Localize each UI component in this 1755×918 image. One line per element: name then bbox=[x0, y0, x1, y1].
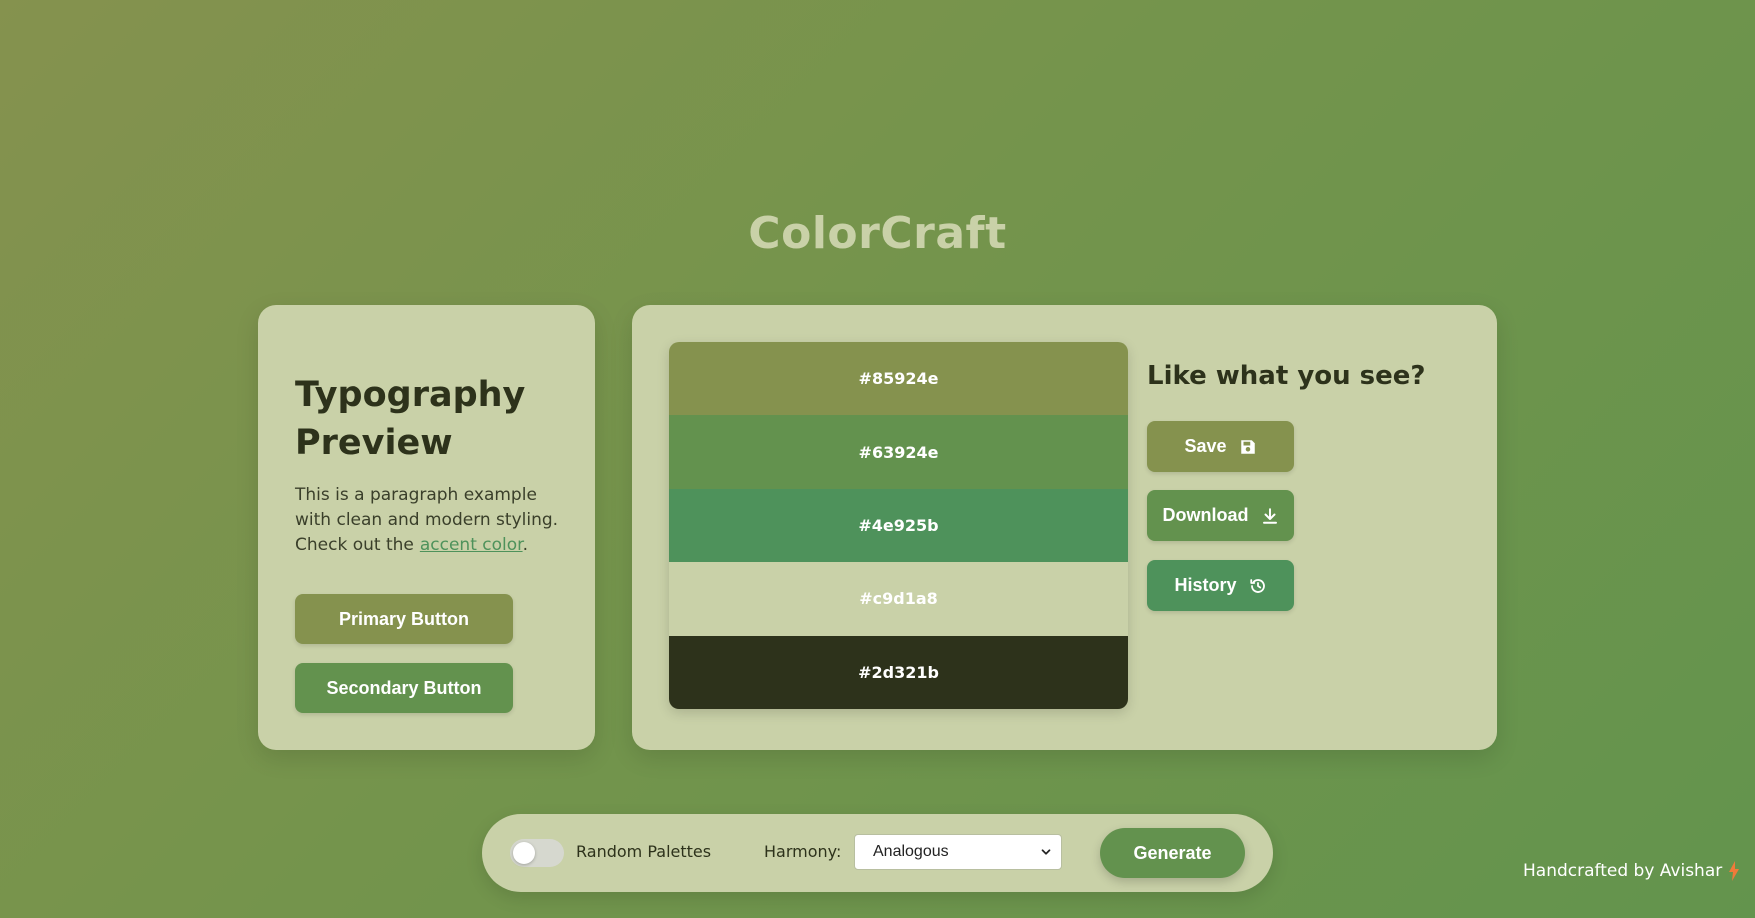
save-button[interactable]: Save bbox=[1147, 421, 1294, 472]
footer-credit: Handcrafted by Avishar bbox=[1523, 861, 1740, 881]
history-label: History bbox=[1174, 575, 1237, 595]
chevron-down-icon bbox=[1041, 849, 1051, 855]
swatch-4[interactable]: #c9d1a8 bbox=[669, 562, 1128, 636]
download-icon bbox=[1262, 507, 1277, 524]
swatch-5[interactable]: #2d321b bbox=[669, 635, 1128, 709]
swatch-1[interactable]: #85924e bbox=[669, 342, 1128, 416]
history-clock-icon bbox=[1249, 578, 1265, 593]
harmony-label: Harmony: bbox=[764, 842, 842, 861]
download-button[interactable]: Download bbox=[1147, 490, 1294, 541]
primary-button[interactable]: Primary Button bbox=[295, 594, 513, 644]
app-title: ColorCraft bbox=[748, 208, 1007, 259]
typography-paragraph: This is a paragraph example with clean a… bbox=[295, 483, 565, 558]
swatch-2[interactable]: #63924e bbox=[669, 415, 1128, 489]
lightning-bolt-icon bbox=[1729, 861, 1740, 881]
harmony-select[interactable]: Analogous bbox=[854, 834, 1062, 870]
random-palettes-label: Random Palettes bbox=[576, 842, 712, 861]
like-heading: Like what you see? bbox=[1147, 361, 1426, 391]
palette-card: #85924e #63924e #4e925b #c9d1a8 #2d321b … bbox=[632, 305, 1497, 750]
toggle-knob bbox=[513, 842, 535, 864]
footer-text: Handcrafted by Avishar bbox=[1523, 861, 1723, 881]
palette-swatches: #85924e #63924e #4e925b #c9d1a8 #2d321b bbox=[669, 342, 1128, 709]
paragraph-period: . bbox=[522, 535, 528, 555]
history-button[interactable]: History bbox=[1147, 560, 1294, 611]
random-palettes-toggle[interactable] bbox=[510, 839, 564, 867]
typography-heading: Typography Preview bbox=[295, 375, 526, 463]
harmony-value: Analogous bbox=[873, 843, 949, 860]
secondary-button[interactable]: Secondary Button bbox=[295, 663, 513, 713]
swatch-3[interactable]: #4e925b bbox=[669, 488, 1128, 563]
control-bar: Random Palettes Harmony: Analogous Gener… bbox=[482, 814, 1273, 892]
accent-color-link[interactable]: accent color bbox=[420, 535, 523, 555]
floppy-disk-icon bbox=[1240, 439, 1255, 454]
generate-button[interactable]: Generate bbox=[1100, 828, 1245, 878]
typography-preview-card: Typography Preview This is a paragraph e… bbox=[258, 305, 595, 750]
download-label: Download bbox=[1162, 505, 1249, 525]
save-label: Save bbox=[1184, 436, 1227, 456]
